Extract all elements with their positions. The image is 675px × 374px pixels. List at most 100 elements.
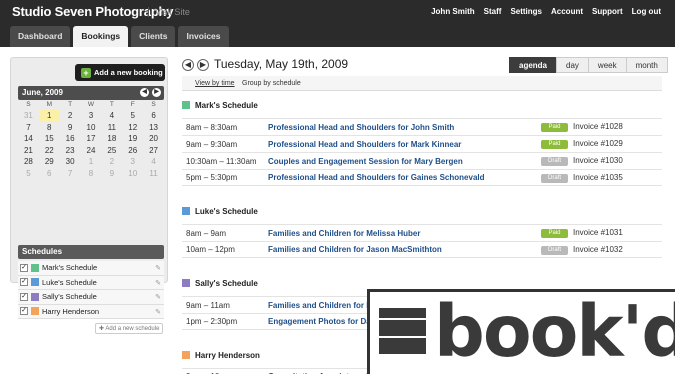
- visit-site-link[interactable]: Visit Site: [148, 7, 190, 17]
- booking-title-link[interactable]: Couples and Engagement Session for Mary …: [268, 157, 463, 166]
- group-by-schedule-link[interactable]: Group by schedule: [242, 80, 301, 87]
- pencil-icon[interactable]: ✎: [155, 308, 161, 316]
- schedule-item[interactable]: ✓ Sally's Schedule ✎: [18, 290, 164, 305]
- calendar-day[interactable]: 4: [143, 156, 164, 168]
- calendar-day[interactable]: 11: [143, 168, 164, 180]
- pencil-icon[interactable]: ✎: [155, 279, 161, 287]
- view-week-button[interactable]: week: [587, 57, 627, 73]
- calendar-day[interactable]: 24: [81, 145, 102, 157]
- tab-dashboard[interactable]: Dashboard: [10, 26, 71, 47]
- schedule-item[interactable]: ✓ Luke's Schedule ✎: [18, 275, 164, 290]
- calendar-day[interactable]: 9: [101, 168, 122, 180]
- prev-month-icon[interactable]: ◀: [140, 88, 149, 97]
- next-month-icon[interactable]: ▶: [152, 88, 161, 97]
- calendar-day[interactable]: 1: [81, 156, 102, 168]
- calendar-day[interactable]: 7: [18, 122, 39, 134]
- calendar-day[interactable]: 27: [143, 145, 164, 157]
- calendar-day[interactable]: 17: [81, 133, 102, 145]
- calendar-day[interactable]: 15: [39, 133, 60, 145]
- calendar-day[interactable]: 28: [18, 156, 39, 168]
- booking-row[interactable]: 10am – 12pm Families and Children for Jas…: [182, 241, 662, 258]
- calendar-day[interactable]: 6: [39, 168, 60, 180]
- calendar-day[interactable]: 14: [18, 133, 39, 145]
- checkbox[interactable]: ✓: [20, 292, 28, 301]
- calendar-day[interactable]: 10: [122, 168, 143, 180]
- user-link[interactable]: John Smith: [431, 7, 475, 16]
- calendar-day[interactable]: 21: [18, 145, 39, 157]
- calendar-day[interactable]: 9: [60, 122, 81, 134]
- booking-title-link[interactable]: Families and Children for Melissa Huber: [268, 229, 420, 238]
- booking-title-link[interactable]: Families and Children for Jason MacSmith…: [268, 245, 442, 254]
- calendar-day[interactable]: 6: [143, 110, 164, 122]
- schedule-item[interactable]: ✓ Harry Henderson ✎: [18, 304, 164, 319]
- booking-row[interactable]: 8am – 8:30am Professional Head and Should…: [182, 118, 662, 135]
- calendar-day[interactable]: 25: [101, 145, 122, 157]
- booking-title-link[interactable]: Professional Head and Shoulders for Gain…: [268, 173, 485, 182]
- view-month-button[interactable]: month: [625, 57, 668, 73]
- checkbox[interactable]: ✓: [20, 307, 28, 316]
- schedule-name: Sally's Schedule: [42, 292, 97, 302]
- calendar-day[interactable]: 31: [18, 110, 39, 122]
- calendar-day[interactable]: 30: [60, 156, 81, 168]
- schedule-item[interactable]: ✓ Mark's Schedule ✎: [18, 261, 164, 276]
- invoice-link[interactable]: Invoice #1032: [573, 245, 623, 254]
- calendar-day[interactable]: 4: [101, 110, 122, 122]
- view-agenda-button[interactable]: agenda: [509, 57, 558, 73]
- calendar-day[interactable]: 3: [81, 110, 102, 122]
- next-day-icon[interactable]: ▶: [197, 59, 209, 71]
- calendar-day[interactable]: 7: [60, 168, 81, 180]
- invoice-link[interactable]: Invoice #1029: [573, 139, 623, 148]
- booking-title-link[interactable]: Professional Head and Shoulders for Mark…: [268, 140, 461, 149]
- calendar-day[interactable]: 18: [101, 133, 122, 145]
- booking-row[interactable]: 10:30am – 11:30am Couples and Engagement …: [182, 152, 662, 169]
- booking-row[interactable]: 8am – 9am Families and Children for Melis…: [182, 224, 662, 241]
- calendar-day[interactable]: 3: [122, 156, 143, 168]
- add-booking-button[interactable]: + Add a new booking: [75, 64, 165, 81]
- invoice-link[interactable]: Invoice #1031: [573, 228, 623, 237]
- tab-invoices[interactable]: Invoices: [178, 26, 229, 47]
- calendar-day[interactable]: 20: [143, 133, 164, 145]
- calendar-day[interactable]: 13: [143, 122, 164, 134]
- checkbox[interactable]: ✓: [20, 278, 28, 287]
- invoice-link[interactable]: Invoice #1028: [573, 122, 623, 131]
- invoice-link[interactable]: Invoice #1035: [573, 173, 623, 182]
- calendar-day[interactable]: 8: [39, 122, 60, 134]
- calendar-day[interactable]: 11: [101, 122, 122, 134]
- tab-bookings[interactable]: Bookings: [73, 26, 129, 47]
- add-schedule-button[interactable]: ✚ Add a new schedule: [95, 323, 164, 334]
- calendar-day[interactable]: 26: [122, 145, 143, 157]
- calendar-day[interactable]: 1: [38, 110, 60, 122]
- calendar-day[interactable]: 29: [39, 156, 60, 168]
- calendar-day[interactable]: 2: [60, 110, 81, 122]
- support-link[interactable]: Support: [592, 7, 623, 16]
- calendar-day[interactable]: 12: [122, 122, 143, 134]
- staff-link[interactable]: Staff: [484, 7, 502, 16]
- settings-link[interactable]: Settings: [510, 7, 542, 16]
- pencil-icon[interactable]: ✎: [155, 293, 161, 301]
- booking-title-link[interactable]: Professional Head and Shoulders for John…: [268, 123, 454, 132]
- pencil-icon[interactable]: ✎: [155, 264, 161, 272]
- account-link[interactable]: Account: [551, 7, 583, 16]
- logout-link[interactable]: Log out: [632, 7, 661, 16]
- booking-row[interactable]: 9am – 9:30am Professional Head and Should…: [182, 135, 662, 152]
- prev-day-icon[interactable]: ◀: [182, 59, 194, 71]
- view-by-time-link[interactable]: View by time: [195, 80, 235, 87]
- invoice-link[interactable]: Invoice #1030: [573, 156, 623, 165]
- calendar-day[interactable]: 16: [60, 133, 81, 145]
- booking-time: 1pm – 2:30pm: [186, 317, 238, 326]
- checkbox[interactable]: ✓: [20, 263, 28, 272]
- calendar-day[interactable]: 23: [60, 145, 81, 157]
- schedule-color-swatch: [31, 263, 39, 272]
- calendar-day[interactable]: 5: [122, 110, 143, 122]
- calendar-day[interactable]: 2: [101, 156, 122, 168]
- calendar-day[interactable]: 22: [39, 145, 60, 157]
- booking-title-link[interactable]: Families and Children for Da: [268, 301, 376, 310]
- calendar-day[interactable]: 8: [81, 168, 102, 180]
- calendar-day[interactable]: 19: [122, 133, 143, 145]
- view-day-button[interactable]: day: [556, 57, 589, 73]
- calendar-day[interactable]: 10: [81, 122, 102, 134]
- booking-row[interactable]: 5pm – 5:30pm Professional Head and Should…: [182, 169, 662, 186]
- booking-title-link[interactable]: Engagement Photos for Da: [268, 317, 371, 326]
- calendar-day[interactable]: 5: [18, 168, 39, 180]
- tab-clients[interactable]: Clients: [131, 26, 176, 47]
